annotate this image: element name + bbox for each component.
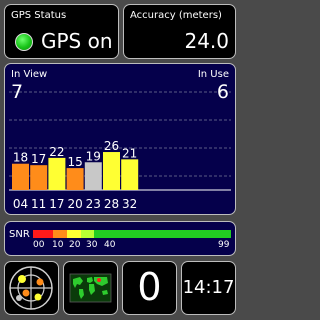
satellite-id-label: 32: [122, 197, 137, 211]
clock-time: 14:17: [182, 277, 235, 298]
in-use-label: In Use: [197, 69, 229, 80]
satellite-id-label: 20: [67, 197, 82, 211]
world-map-icon: [69, 273, 112, 303]
snr-tick: 10: [52, 240, 64, 250]
snr-color-scale: [33, 230, 231, 238]
satellite-signal-panel[interactable]: 18 04 17 11 22 17 15 20 19 23 26 28 21 32 In View In …: [4, 63, 236, 215]
counter-value: 0: [137, 265, 162, 309]
satellite-bar-20: [66, 168, 84, 190]
satellite-bar-28: [103, 152, 120, 190]
satellite-snr-chart: 1804171122171520192326282132: [9, 91, 231, 211]
satellite-id-label: 04: [13, 197, 28, 211]
sky-radar-icon: [9, 266, 53, 310]
satellite-snr-label: 19: [86, 149, 101, 163]
satellite-id-label: 11: [31, 197, 46, 211]
accuracy-label: Accuracy (meters): [130, 10, 222, 21]
satellite-snr-label: 22: [49, 145, 64, 159]
counter-panel[interactable]: 0: [122, 261, 177, 315]
satellite-id-label: 28: [104, 197, 119, 211]
gps-status-panel: GPS Status GPS on: [4, 4, 119, 59]
accuracy-value: 24.0: [184, 29, 229, 53]
gps-status-label: GPS Status: [11, 10, 67, 21]
satellite-snr-label: 18: [13, 151, 28, 165]
snr-scale-segment: [52, 230, 67, 238]
satellite-id-label: 17: [49, 197, 64, 211]
snr-scale-segment: [94, 230, 231, 238]
satellite-bar-32: [121, 159, 139, 190]
satellite-bar-17: [48, 157, 66, 190]
in-view-label: In View: [11, 69, 48, 80]
snr-scale-segment: [66, 230, 81, 238]
snr-scale-segment: [33, 230, 53, 238]
snr-tick: 00: [33, 240, 45, 250]
in-use-count: 6: [216, 81, 229, 103]
satellite-bar-11: [30, 165, 48, 190]
satellite-bar-04: [12, 163, 29, 190]
snr-scale-segment: [80, 230, 95, 238]
snr-tick: 40: [104, 240, 116, 250]
satellite-id-label: 23: [86, 197, 101, 211]
snr-tick: 20: [69, 240, 81, 250]
snr-tick: 99: [218, 240, 230, 250]
in-view-count: 7: [11, 81, 24, 103]
gps-status-value: GPS on: [41, 29, 113, 53]
clock-panel[interactable]: 14:17: [181, 261, 236, 315]
snr-legend-panel: SNR 00 10 20 30 40 99: [4, 221, 236, 256]
gps-status-indicator-icon: [15, 33, 33, 51]
snr-label: SNR: [9, 229, 30, 240]
world-map-button[interactable]: [63, 261, 118, 315]
satellite-bar-23: [84, 162, 102, 190]
accuracy-panel: Accuracy (meters) 24.0: [123, 4, 236, 59]
snr-tick: 30: [86, 240, 98, 250]
sky-view-button[interactable]: [4, 261, 59, 315]
satellite-snr-label: 21: [122, 146, 137, 160]
satellite-snr-label: 15: [67, 155, 82, 169]
satellite-snr-label: 26: [104, 139, 119, 153]
satellite-snr-label: 17: [31, 152, 46, 166]
